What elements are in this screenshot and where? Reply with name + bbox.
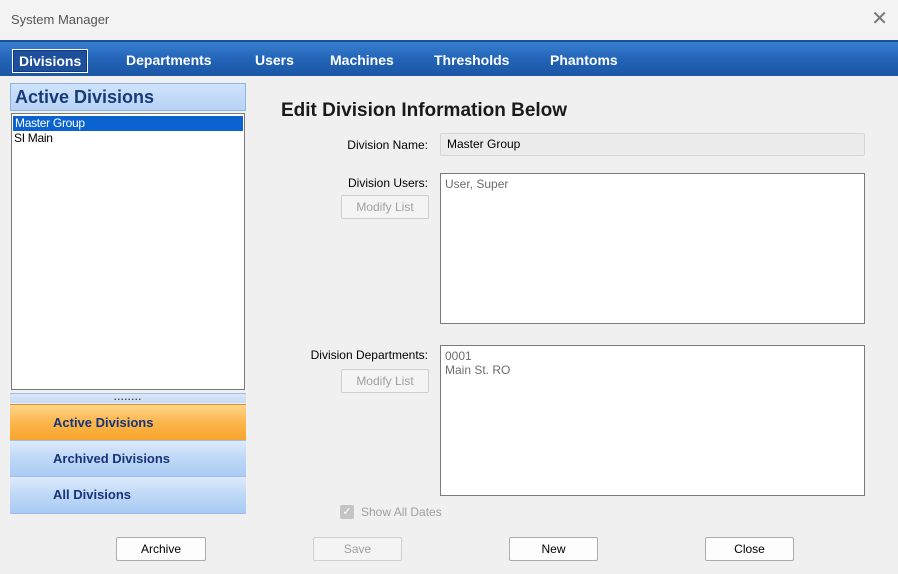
division-users-label: Division Users: bbox=[347, 176, 428, 190]
nav-all-divisions[interactable]: All Divisions bbox=[10, 476, 246, 514]
tab-users[interactable]: Users bbox=[249, 49, 300, 73]
tab-departments[interactable]: Departments bbox=[120, 49, 218, 73]
archive-button[interactable]: Archive bbox=[116, 537, 206, 561]
divisions-panel: Active Divisions Master Group SI Main ..… bbox=[10, 83, 246, 534]
modify-departments-button[interactable]: Modify List bbox=[341, 369, 429, 393]
save-button[interactable]: Save bbox=[313, 537, 402, 561]
tab-thresholds[interactable]: Thresholds bbox=[428, 49, 515, 73]
tab-phantoms[interactable]: Phantoms bbox=[544, 49, 624, 73]
modify-users-button[interactable]: Modify List bbox=[341, 195, 429, 219]
division-name-field[interactable]: Master Group bbox=[440, 133, 865, 156]
list-item[interactable]: 0001 bbox=[445, 349, 860, 363]
list-item-si-main[interactable]: SI Main bbox=[12, 131, 244, 146]
close-button[interactable]: Close bbox=[705, 537, 794, 561]
list-item[interactable]: Main St. RO bbox=[445, 363, 860, 377]
panel-header-title: Active Divisions bbox=[15, 87, 155, 107]
close-icon[interactable]: ✕ bbox=[871, 8, 888, 28]
list-item[interactable]: User, Super bbox=[445, 177, 860, 191]
tab-divisions[interactable]: Divisions bbox=[12, 49, 89, 73]
panel-splitter[interactable]: ........ bbox=[10, 393, 246, 403]
panel-header: Active Divisions bbox=[10, 83, 246, 111]
division-name-label: Division Name: bbox=[347, 138, 428, 152]
new-button[interactable]: New bbox=[509, 537, 598, 561]
main-tab-bar: Divisions Departments Users Machines Thr… bbox=[0, 40, 898, 76]
division-list[interactable]: Master Group SI Main bbox=[11, 113, 245, 390]
nav-active-divisions[interactable]: Active Divisions bbox=[10, 404, 246, 440]
tab-machines[interactable]: Machines bbox=[324, 49, 400, 73]
division-departments-list[interactable]: 0001 Main St. RO bbox=[440, 345, 865, 496]
form-heading: Edit Division Information Below bbox=[281, 100, 568, 121]
window-title: System Manager bbox=[11, 12, 110, 27]
list-item-master-group[interactable]: Master Group bbox=[13, 116, 243, 131]
show-all-dates-label: Show All Dates bbox=[361, 505, 442, 519]
division-users-list[interactable]: User, Super bbox=[440, 173, 865, 324]
division-departments-label: Division Departments: bbox=[310, 348, 428, 362]
nav-archived-divisions[interactable]: Archived Divisions bbox=[10, 440, 246, 476]
checkmark-icon: ✓ bbox=[340, 505, 354, 519]
title-bar: System Manager ✕ bbox=[0, 0, 898, 40]
